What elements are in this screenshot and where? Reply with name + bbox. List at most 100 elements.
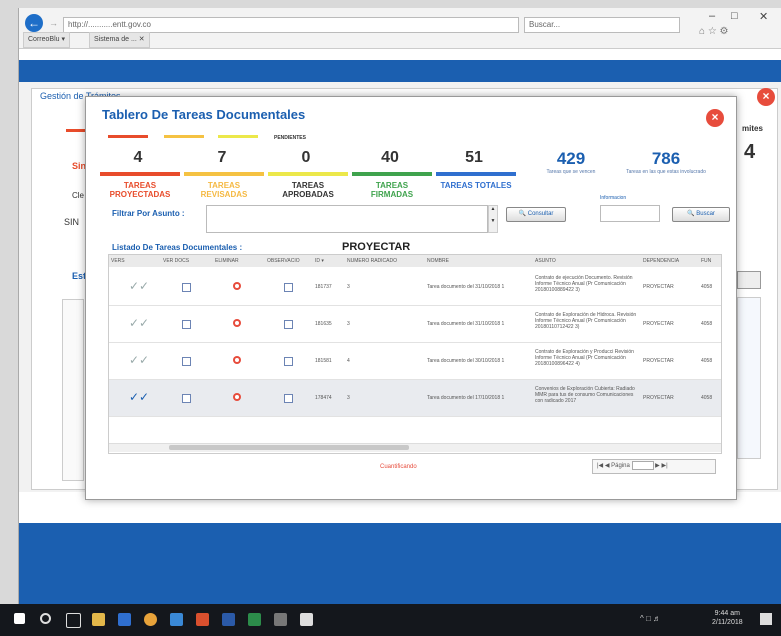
modal-title: Tablero De Tareas Documentales [102, 107, 306, 122]
observation-checkbox[interactable] [284, 320, 293, 329]
stat-aprobadas-label[interactable]: TAREAS APROBADAS [270, 181, 346, 199]
close-window-icon[interactable]: ✕ [759, 10, 768, 23]
cell-fun: 4058 [701, 395, 713, 401]
app-icon-2[interactable] [300, 613, 313, 626]
cell-fun: 4058 [701, 284, 713, 290]
file-explorer-icon[interactable] [92, 613, 105, 626]
pagination-first-icon[interactable]: |◀ ◀ [593, 463, 609, 469]
double-check-icon[interactable]: ✓✓ [129, 390, 149, 404]
forward-icon[interactable]: → [49, 18, 58, 28]
info-field[interactable] [600, 205, 660, 222]
cell-dependencia: PROYECTAR [643, 395, 674, 401]
address-bar[interactable]: http://...........entt.gov.co [63, 17, 519, 33]
chrome-icon[interactable] [144, 613, 157, 626]
col-header-vers[interactable]: VERS [109, 255, 162, 267]
app-icon-1[interactable] [170, 613, 183, 626]
col-header-observacion[interactable]: OBSERVACIO [265, 255, 314, 267]
clock[interactable]: 9:44 am 2/11/2018 [712, 609, 743, 627]
table-hscrollbar[interactable] [109, 443, 721, 452]
toolbar-icons[interactable]: ⌂ ☆ ⚙ [699, 26, 729, 37]
cell-nombre: Tarea documento del 30/10/2018 1 [427, 358, 505, 364]
col-header-nombre[interactable]: NOMBRE [425, 255, 534, 267]
top-bar-yellow [218, 135, 258, 138]
stat-firmadas-value: 40 [381, 149, 399, 166]
maximize-icon[interactable]: □ [731, 10, 738, 22]
info-field-label: Informacion [600, 195, 627, 201]
modal-close-icon[interactable]: × [706, 109, 724, 127]
cell-id: 181737 [315, 284, 332, 290]
col-header-eliminar[interactable]: ELIMINAR [213, 255, 266, 267]
view-docs-checkbox[interactable] [182, 394, 191, 403]
search-icon: 🔍 [687, 211, 695, 217]
stat-involucrado-value: 786 [651, 149, 681, 168]
filter-textarea[interactable] [206, 205, 488, 233]
pagination-bar[interactable]: |◀ ◀ Página ▶ ▶| [592, 459, 716, 474]
search-button[interactable]: 🔍 Buscar [672, 207, 730, 222]
table-row[interactable]: ✓✓ 181581 4 Tarea documento del 30/10/20… [109, 343, 721, 380]
list-filter-value: PROYECTAR [342, 241, 411, 253]
double-check-icon[interactable]: ✓✓ [129, 353, 149, 367]
back-icon[interactable]: ← [25, 14, 43, 32]
table-row[interactable]: ✓✓ 181635 3 Tarea documento del 31/10/20… [109, 306, 721, 343]
word-icon[interactable] [222, 613, 235, 626]
bg-right-box [737, 297, 761, 459]
delete-icon[interactable] [233, 356, 241, 364]
ie-browser-icon[interactable] [118, 613, 131, 626]
cell-radicado: 4 [347, 358, 350, 364]
search-button-label: Buscar [696, 211, 715, 217]
excel-icon[interactable] [248, 613, 261, 626]
stat-firmadas-label[interactable]: TAREAS FIRMADAS [354, 181, 430, 199]
col-header-fun[interactable]: FUN [699, 255, 721, 267]
search-box[interactable]: Buscar... [524, 17, 680, 33]
top-bar-orange [164, 135, 204, 138]
list-title: Listado De Tareas Documentales : [112, 243, 243, 252]
cell-id: 181635 [315, 321, 332, 327]
delete-icon[interactable] [233, 393, 241, 401]
favorite-tab-2[interactable]: Sistema de ... ✕ [89, 32, 150, 48]
observation-checkbox[interactable] [284, 394, 293, 403]
favorite-tab-1[interactable]: CorreoBlu ▾ [23, 32, 70, 48]
col-header-asunto[interactable]: ASUNTO [533, 255, 642, 267]
col-header-radicado[interactable]: NUMERO RADICADO [345, 255, 426, 267]
delete-icon[interactable] [233, 282, 241, 290]
cell-radicado: 3 [347, 395, 350, 401]
powerpoint-icon[interactable] [196, 613, 209, 626]
minimize-icon[interactable]: – [709, 10, 715, 22]
double-check-icon[interactable]: ✓✓ [129, 279, 149, 293]
windows-start-icon[interactable] [14, 613, 25, 624]
calculator-icon[interactable] [274, 613, 287, 626]
table-row-selected[interactable]: ✓✓ 178474 3 Tarea documento del 17/10/20… [109, 380, 721, 417]
double-check-icon[interactable]: ✓✓ [129, 316, 149, 330]
col-header-ver-docs[interactable]: VER DOCS [161, 255, 214, 267]
scrollbar-thumb[interactable] [169, 445, 409, 450]
stat-proyectadas-label[interactable]: TAREAS PROYECTADAS [102, 181, 178, 199]
view-docs-checkbox[interactable] [182, 320, 191, 329]
stat-totales-label[interactable]: TAREAS TOTALES [438, 181, 514, 190]
cell-nombre: Tarea documento del 31/10/2018 1 [427, 321, 505, 327]
col-header-dependencia[interactable]: DEPENDENCIA [641, 255, 700, 267]
view-docs-checkbox[interactable] [182, 283, 191, 292]
search-icon[interactable] [40, 613, 51, 624]
notifications-icon[interactable] [760, 613, 772, 625]
search-icon: 🔍 [518, 211, 527, 217]
app-footer [19, 523, 781, 604]
bg-right-button[interactable] [737, 271, 761, 289]
cell-asunto: Contrato de Exploración y Producci Revis… [535, 349, 634, 367]
col-header-id[interactable]: ID ▾ [313, 255, 346, 267]
page-input[interactable] [631, 460, 654, 470]
stat-revisadas-bar [184, 172, 264, 176]
pagination-next-icon[interactable]: ▶ ▶| [655, 463, 667, 469]
table-row[interactable]: ✓✓ 181737 3 Tarea documento del 31/10/20… [109, 269, 721, 306]
stat-proyectadas-value: 4 [133, 149, 143, 166]
delete-icon[interactable] [233, 319, 241, 327]
background-close-icon[interactable]: × [757, 88, 775, 106]
filter-scrollbar[interactable]: ▲ ▼ [488, 205, 498, 233]
tray-icons[interactable]: ^ □ ♬ [640, 614, 661, 623]
stat-revisadas-label[interactable]: TAREAS REVISADAS [186, 181, 262, 199]
stat-totales-value: 51 [465, 149, 483, 166]
view-docs-checkbox[interactable] [182, 357, 191, 366]
task-view-icon[interactable] [66, 613, 81, 628]
observation-checkbox[interactable] [284, 357, 293, 366]
consult-button[interactable]: 🔍 Consultar [506, 207, 566, 222]
observation-checkbox[interactable] [284, 283, 293, 292]
